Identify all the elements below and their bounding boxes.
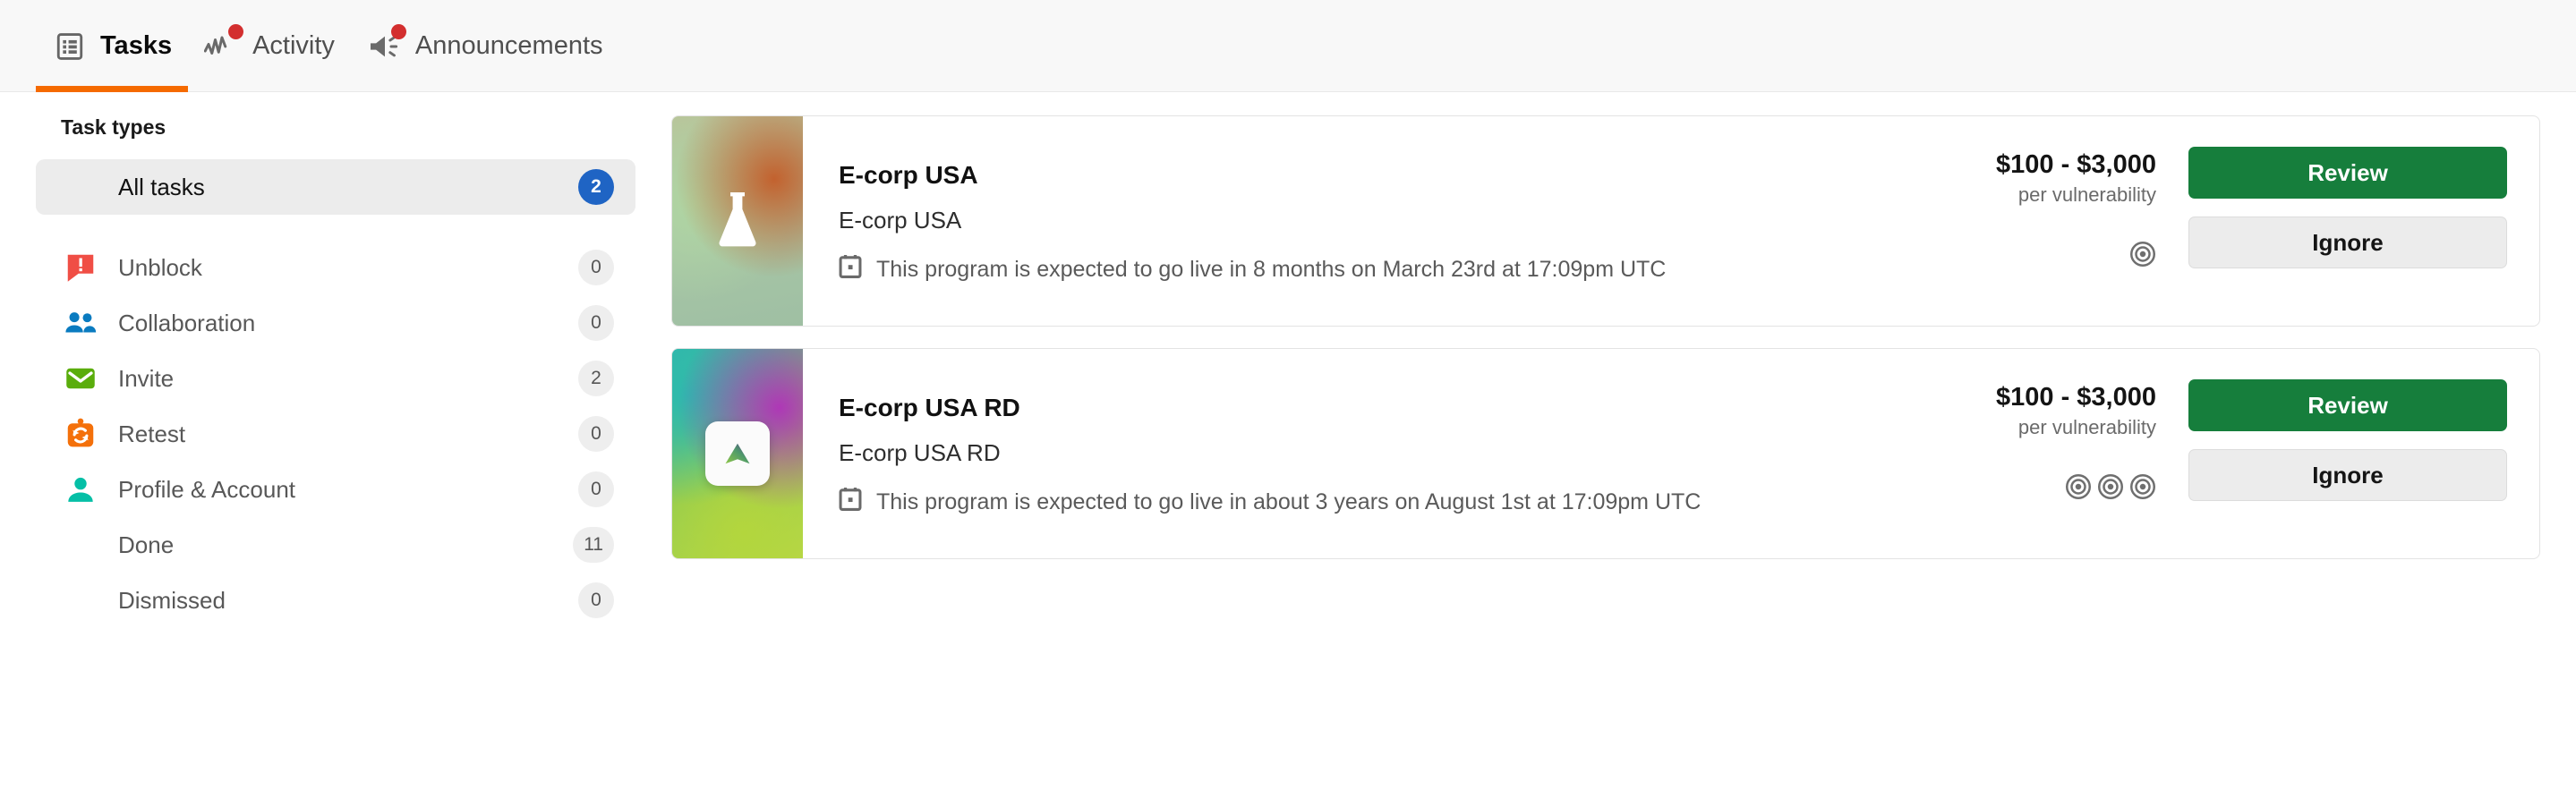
sidebar-item-collaboration[interactable]: Collaboration 0 xyxy=(36,295,635,351)
task-types-sidebar: Task types All tasks 2 Unblock 0 Collabo… xyxy=(0,92,671,807)
activity-pulse-icon xyxy=(204,23,244,64)
golive-text: This program is expected to go live in a… xyxy=(876,488,1702,514)
task-card[interactable]: E-corp USA RD E-corp USA RD This program… xyxy=(671,348,2540,559)
bounty-unit: per vulnerability xyxy=(2017,183,2156,207)
target-icon xyxy=(2097,473,2124,505)
sidebar-item-count: 0 xyxy=(578,250,614,285)
program-golive-meta: This program is expected to go live in a… xyxy=(839,487,1978,518)
blank-icon-slot xyxy=(61,581,100,620)
flask-icon xyxy=(711,187,764,256)
person-icon xyxy=(61,470,100,509)
retest-refresh-icon xyxy=(61,414,100,454)
triangle-tile-icon xyxy=(705,421,770,486)
sidebar-item-count: 2 xyxy=(578,169,614,205)
sidebar-item-count: 11 xyxy=(573,527,614,563)
sidebar-item-done[interactable]: Done 11 xyxy=(36,517,635,573)
golive-text: This program is expected to go live in 8… xyxy=(876,256,1667,282)
program-golive-meta: This program is expected to go live in 8… xyxy=(839,254,1978,285)
action-buttons: Review Ignore xyxy=(2188,379,2507,501)
sidebar-item-count: 0 xyxy=(578,305,614,341)
ignore-button[interactable]: Ignore xyxy=(2188,449,2507,501)
task-actions: $100 - $3,000 per vulnerability Review I… xyxy=(1978,349,2539,558)
review-button[interactable]: Review xyxy=(2188,379,2507,431)
target-icon-group xyxy=(2129,241,2156,272)
sidebar-item-retest[interactable]: Retest 0 xyxy=(36,406,635,462)
tab-label: Tasks xyxy=(100,31,173,60)
sidebar-item-count: 0 xyxy=(578,471,614,507)
task-card[interactable]: E-corp USA E-corp USA This program is ex… xyxy=(671,115,2540,327)
sidebar-item-label: All tasks xyxy=(118,173,205,200)
program-thumbnail xyxy=(672,349,803,558)
notification-dot xyxy=(228,23,244,39)
sidebar-item-count: 2 xyxy=(578,361,614,396)
top-tab-bar: Tasks Activity Announcements xyxy=(0,0,2576,92)
bounty-unit: per vulnerability xyxy=(2017,416,2156,439)
sidebar-item-count: 0 xyxy=(578,416,614,452)
calendar-icon xyxy=(839,254,862,285)
sidebar-item-label: Profile & Account xyxy=(118,475,295,503)
target-icon xyxy=(2129,241,2156,272)
bounty-range: $100 - $3,000 xyxy=(1996,383,2156,412)
sidebar-item-dismissed[interactable]: Dismissed 0 xyxy=(36,573,635,628)
people-icon xyxy=(61,303,100,343)
program-title: E-corp USA RD xyxy=(839,393,1020,421)
megaphone-icon xyxy=(367,23,406,64)
target-icon xyxy=(2129,473,2156,505)
target-icon-group xyxy=(2065,473,2156,505)
tab-tasks[interactable]: Tasks xyxy=(36,0,189,92)
task-details: E-corp USA RD E-corp USA RD This program… xyxy=(803,349,1978,558)
task-actions: $100 - $3,000 per vulnerability Review I… xyxy=(1978,116,2539,326)
list-icon xyxy=(52,29,88,64)
sidebar-item-label: Dismissed xyxy=(118,586,226,614)
sidebar-title: Task types xyxy=(61,115,166,139)
program-thumbnail xyxy=(672,116,803,326)
sidebar-item-label: Retest xyxy=(118,420,186,447)
ignore-button[interactable]: Ignore xyxy=(2188,217,2507,268)
tab-activity[interactable]: Activity xyxy=(188,0,351,92)
tab-label: Announcements xyxy=(414,31,603,60)
action-buttons: Review Ignore xyxy=(2188,147,2507,268)
sidebar-item-label: Invite xyxy=(118,364,175,392)
review-button[interactable]: Review xyxy=(2188,147,2507,199)
sidebar-item-label: Done xyxy=(118,531,175,558)
bounty-info: $100 - $3,000 per vulnerability xyxy=(1996,379,2156,505)
tab-label: Activity xyxy=(252,31,335,60)
program-title: E-corp USA xyxy=(839,160,978,189)
sidebar-item-count: 0 xyxy=(578,582,614,618)
notification-dot xyxy=(390,23,406,39)
sidebar-item-invite[interactable]: Invite 2 xyxy=(36,351,635,406)
target-icon xyxy=(2065,473,2092,505)
sidebar-item-label: Collaboration xyxy=(118,309,256,336)
program-subtitle: E-corp USA RD xyxy=(839,438,1001,466)
sidebar-item-all-tasks[interactable]: All tasks 2 xyxy=(36,159,635,215)
calendar-icon xyxy=(839,487,862,518)
sidebar-item-profile-account[interactable]: Profile & Account 0 xyxy=(36,462,635,517)
program-subtitle: E-corp USA xyxy=(839,206,962,234)
envelope-icon xyxy=(61,359,100,398)
tab-announcements[interactable]: Announcements xyxy=(351,0,619,92)
task-list: E-corp USA E-corp USA This program is ex… xyxy=(671,92,2576,807)
blank-icon-slot xyxy=(61,167,100,207)
sidebar-item-label: Unblock xyxy=(118,253,202,281)
task-details: E-corp USA E-corp USA This program is ex… xyxy=(803,116,1978,326)
sidebar-item-unblock[interactable]: Unblock 0 xyxy=(36,240,635,295)
alert-bubble-icon xyxy=(61,248,100,287)
bounty-info: $100 - $3,000 per vulnerability xyxy=(1996,147,2156,272)
bounty-range: $100 - $3,000 xyxy=(1996,150,2156,179)
blank-icon-slot xyxy=(61,525,100,565)
